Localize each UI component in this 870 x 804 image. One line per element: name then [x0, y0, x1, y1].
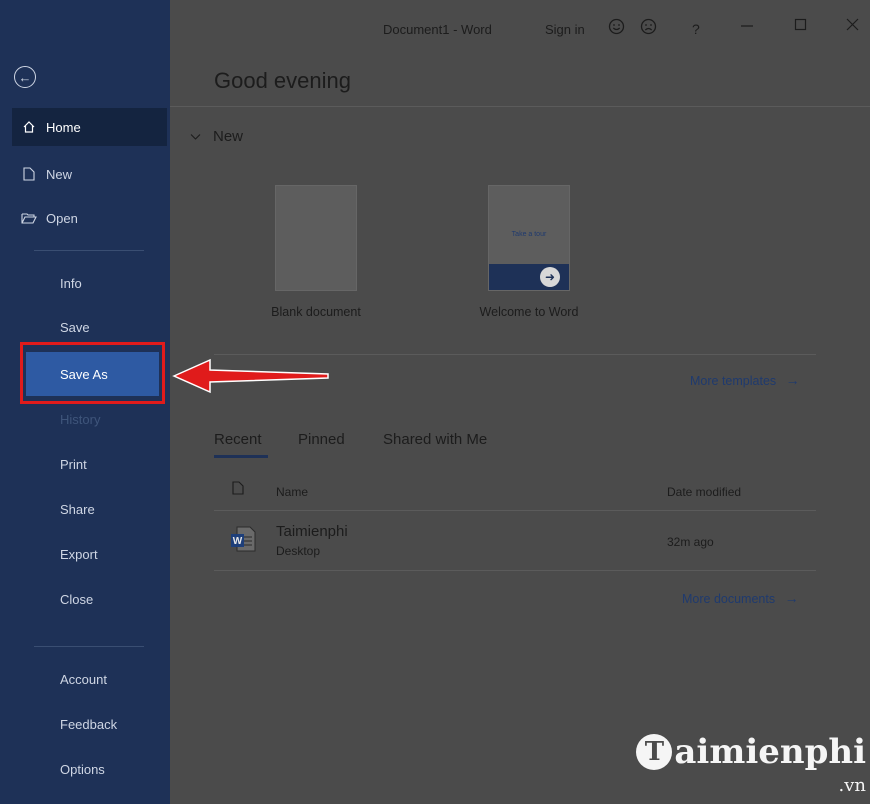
more-documents-link[interactable]: More documents →: [682, 590, 799, 606]
help-icon[interactable]: ?: [692, 21, 700, 37]
blank-document-thumbnail[interactable]: [275, 185, 357, 291]
column-header-date[interactable]: Date modified: [667, 485, 741, 499]
row-divider: [214, 510, 816, 511]
sidebar-item-label: Account: [60, 671, 107, 687]
more-templates-link[interactable]: More templates →: [690, 372, 800, 388]
save-as-highlight-box: [20, 342, 165, 404]
sidebar-divider: [34, 250, 144, 251]
open-folder-icon: [20, 212, 38, 224]
take-a-tour-text: Take a tour: [511, 231, 547, 238]
sidebar-item-open[interactable]: Open: [12, 199, 167, 237]
templates-divider: [214, 354, 816, 355]
blank-document-label: Blank document: [271, 305, 361, 319]
sidebar-item-label: Feedback: [60, 716, 118, 732]
sidebar-item-history[interactable]: History: [12, 400, 167, 438]
maximize-icon[interactable]: [794, 18, 807, 36]
sidebar-item-label: Open: [46, 210, 78, 226]
backstage-main: Document1 - Word Sign in ? Good evening …: [170, 0, 870, 804]
new-section-toggle[interactable]: New: [190, 128, 243, 145]
document-name: Taimienphi: [276, 523, 348, 540]
arrow-right-icon: ➜: [540, 267, 560, 287]
svg-text:W: W: [233, 536, 243, 547]
sidebar-item-label: History: [60, 411, 101, 427]
arrow-right-icon: →: [784, 590, 799, 606]
smile-feedback-icon[interactable]: [608, 18, 625, 40]
active-tab-indicator: [214, 455, 268, 458]
back-arrow-icon[interactable]: ←: [14, 66, 36, 88]
sidebar-item-label: Export: [60, 546, 98, 562]
document-date: 32m ago: [667, 535, 714, 549]
minimize-icon[interactable]: [740, 18, 754, 37]
watermark-suffix: .vn: [838, 775, 866, 796]
column-header-name[interactable]: Name: [276, 485, 308, 499]
sidebar-item-feedback[interactable]: Feedback: [12, 705, 167, 743]
sidebar-item-export[interactable]: Export: [12, 535, 167, 573]
close-window-icon[interactable]: [846, 18, 859, 36]
watermark-logo: T aimienphi: [636, 732, 866, 772]
arrow-right-icon: →: [785, 372, 800, 388]
sidebar-divider: [34, 646, 144, 647]
sidebar-item-label: Info: [60, 275, 82, 291]
file-type-icon: [232, 481, 244, 500]
sidebar-item-print[interactable]: Print: [12, 445, 167, 483]
word-document-icon: W: [228, 524, 258, 554]
watermark-text: aimienphi: [674, 732, 866, 772]
sidebar-item-label: Close: [60, 591, 94, 607]
more-templates-label: More templates: [690, 374, 777, 388]
new-document-icon: [20, 167, 38, 181]
home-icon: [20, 120, 38, 134]
sidebar-item-close[interactable]: Close: [12, 580, 167, 618]
page-title: Good evening: [214, 68, 351, 93]
tab-recent[interactable]: Recent: [214, 431, 262, 448]
title-bar: Document1 - Word Sign in ?: [170, 0, 870, 58]
sidebar-item-share[interactable]: Share: [12, 490, 167, 528]
more-documents-label: More documents: [682, 592, 776, 606]
window-title: Document1 - Word: [383, 22, 492, 37]
sidebar-item-label: Print: [60, 456, 87, 472]
sidebar-item-home[interactable]: Home: [12, 108, 167, 146]
sidebar-item-label: New: [46, 166, 73, 182]
sidebar-item-label: Home: [46, 119, 81, 135]
frown-feedback-icon[interactable]: [640, 18, 657, 40]
sidebar-item-save[interactable]: Save: [12, 308, 167, 346]
header-divider: [170, 106, 870, 107]
sidebar-item-label: Share: [60, 501, 95, 517]
sidebar-item-label: Options: [60, 761, 105, 777]
tab-shared-with-me[interactable]: Shared with Me: [383, 431, 487, 448]
sidebar-item-account[interactable]: Account: [12, 660, 167, 698]
sidebar-item-label: Save: [60, 319, 90, 335]
sidebar-item-info[interactable]: Info: [12, 264, 167, 302]
watermark-t-icon: T: [636, 734, 673, 770]
tab-pinned[interactable]: Pinned: [298, 431, 345, 448]
sidebar-item-new[interactable]: New: [12, 155, 167, 193]
sidebar-item-options[interactable]: Options: [12, 750, 167, 788]
annotation-arrow-icon: [172, 358, 329, 394]
row-divider: [214, 570, 816, 571]
document-location: Desktop: [276, 544, 321, 558]
welcome-to-word-label: Welcome to Word: [479, 305, 579, 319]
chevron-down-icon: [190, 133, 201, 140]
new-section-title: New: [213, 128, 244, 145]
welcome-to-word-thumbnail[interactable]: Take a tour ➜: [488, 185, 570, 291]
sign-in-link[interactable]: Sign in: [545, 22, 585, 37]
